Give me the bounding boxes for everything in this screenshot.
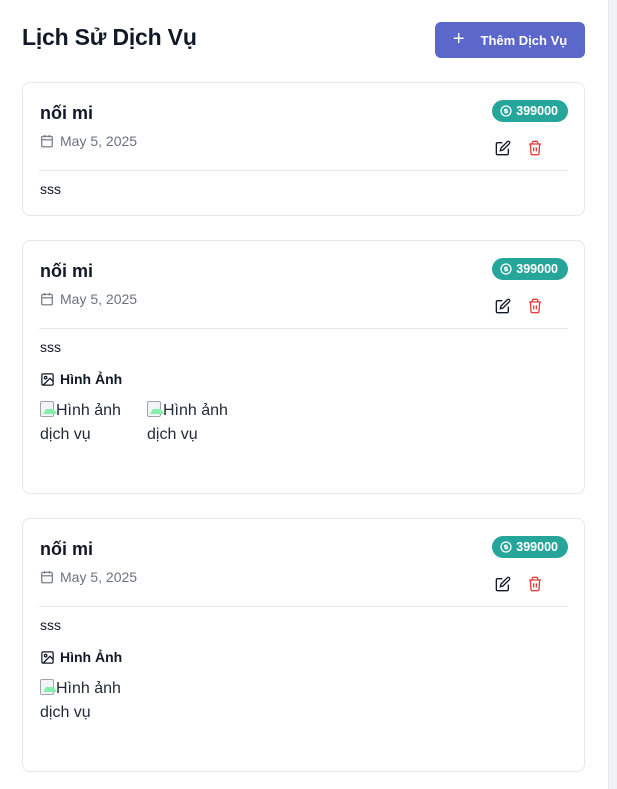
page-header: Lịch Sử Dịch Vụ + Thêm Dịch Vụ	[22, 22, 585, 58]
images-row: Hình ảnh dịch vụ Hình ảnh dịch vụ	[40, 399, 230, 447]
service-name: nối mi	[40, 103, 93, 123]
price-badge: 399000	[492, 100, 568, 122]
broken-image-icon	[147, 401, 164, 417]
trash-icon	[529, 576, 541, 592]
images-row: Hình ảnh dịch vụ	[40, 677, 123, 725]
price-badge: 399000	[492, 258, 568, 280]
delete-button[interactable]	[526, 575, 544, 593]
service-name: nối mi	[40, 539, 93, 559]
service-description: sss	[40, 339, 61, 355]
delete-button[interactable]	[526, 139, 544, 157]
service-date: May 5, 2025	[40, 569, 137, 585]
divider	[39, 170, 568, 171]
edit-button[interactable]	[494, 575, 512, 593]
delete-button[interactable]	[526, 297, 544, 315]
plus-icon: +	[452, 28, 465, 50]
service-image[interactable]: Hình ảnh dịch vụ	[40, 399, 123, 447]
images-label-text: Hình Ảnh	[60, 649, 123, 665]
service-description: sss	[40, 617, 61, 633]
date-text: May 5, 2025	[60, 291, 138, 307]
service-description: sss	[40, 181, 61, 197]
trash-icon	[529, 140, 541, 156]
images-label-text: Hình Ảnh	[60, 371, 123, 387]
calendar-icon	[41, 571, 53, 584]
edit-button[interactable]	[494, 297, 512, 315]
price-badge: 399000	[492, 536, 568, 558]
broken-image-icon	[40, 679, 57, 695]
service-date: May 5, 2025	[40, 291, 137, 307]
add-service-button[interactable]: + Thêm Dịch Vụ	[435, 22, 585, 58]
calendar-icon	[41, 293, 53, 306]
price-value: 399000	[516, 262, 558, 276]
broken-image-icon	[40, 401, 57, 417]
scrollbar-track[interactable]	[608, 0, 617, 789]
edit-icon	[495, 576, 511, 592]
price-value: 399000	[516, 104, 558, 118]
dollar-circle-icon	[500, 541, 512, 553]
images-section-label: Hình Ảnh	[40, 371, 122, 387]
trash-icon	[529, 298, 541, 314]
page-title: Lịch Sử Dịch Vụ	[22, 23, 197, 50]
service-card: nối mi 399000 May 5, 2025 sss	[22, 82, 585, 216]
card-actions	[494, 297, 544, 315]
edit-icon	[495, 298, 511, 314]
service-card: nối mi 399000 May 5, 2025 sss Hình Ảnh H…	[22, 518, 585, 772]
service-name: nối mi	[40, 261, 93, 281]
service-image[interactable]: Hình ảnh dịch vụ	[147, 399, 230, 447]
dollar-circle-icon	[500, 263, 512, 275]
image-icon	[41, 372, 54, 386]
edit-icon	[495, 140, 511, 156]
divider	[39, 328, 568, 329]
divider	[39, 606, 568, 607]
service-image[interactable]: Hình ảnh dịch vụ	[40, 677, 123, 725]
service-date: May 5, 2025	[40, 133, 137, 149]
card-actions	[494, 139, 544, 157]
edit-button[interactable]	[494, 139, 512, 157]
images-section-label: Hình Ảnh	[40, 649, 122, 665]
date-text: May 5, 2025	[60, 569, 138, 585]
price-value: 399000	[516, 540, 558, 554]
dollar-circle-icon	[500, 105, 512, 117]
calendar-icon	[41, 135, 53, 148]
service-card: nối mi 399000 May 5, 2025 sss Hình Ảnh H…	[22, 240, 585, 494]
add-service-button-label: Thêm Dịch Vụ	[480, 32, 568, 48]
card-actions	[494, 575, 544, 593]
image-icon	[41, 650, 54, 664]
date-text: May 5, 2025	[60, 133, 138, 149]
